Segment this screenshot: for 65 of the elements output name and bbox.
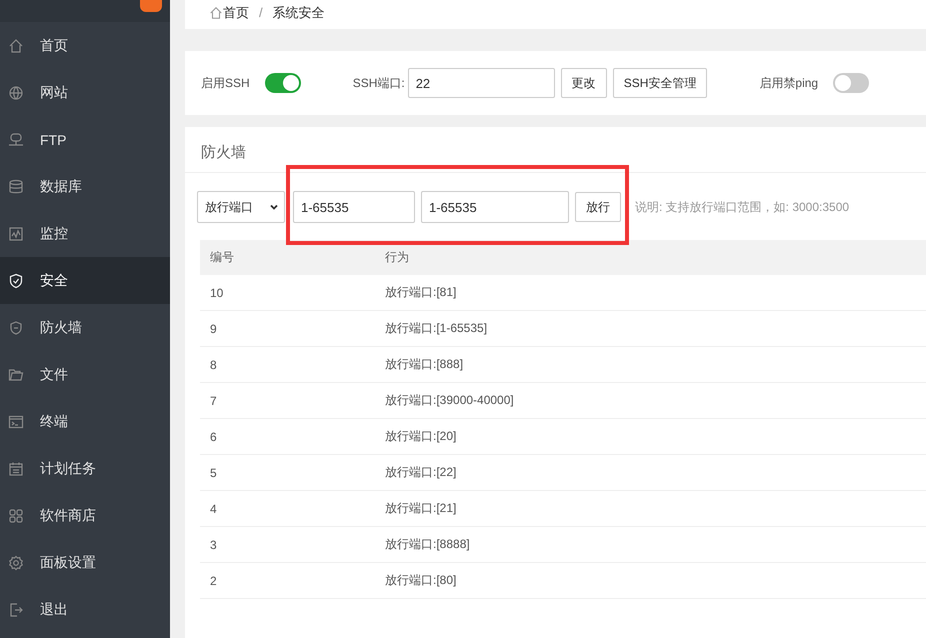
port-label: SSH端口: bbox=[352, 74, 405, 92]
table-cell: 5 bbox=[200, 454, 375, 490]
sidebar-item[interactable]: 退出 bbox=[0, 586, 170, 633]
allow-button[interactable]: 放行 bbox=[575, 192, 621, 222]
sidebar-item[interactable]: 数据库 bbox=[0, 163, 170, 210]
breadcrumb-separator: / bbox=[259, 5, 263, 20]
ping-toggle[interactable] bbox=[833, 73, 870, 93]
column-header: 编号 bbox=[200, 240, 375, 275]
sidebar-item[interactable]: 计划任务 bbox=[0, 445, 170, 492]
home-icon bbox=[209, 6, 223, 20]
sidebar-item[interactable]: 软件商店 bbox=[0, 492, 170, 539]
shield-icon bbox=[8, 272, 24, 288]
terminal-icon bbox=[8, 414, 24, 430]
sidebar-item[interactable]: 防火墙 bbox=[0, 304, 170, 351]
table-cell: 放行端口:[20] bbox=[375, 418, 926, 454]
table-cell: 放行端口:[888] bbox=[375, 346, 926, 382]
table-cell: 10 bbox=[200, 275, 375, 310]
table-cell: 放行端口:[1-65535] bbox=[375, 310, 926, 346]
port-from-field[interactable]: 1-65535 bbox=[293, 191, 415, 223]
port-to-field[interactable]: 1-65535 bbox=[421, 191, 569, 223]
change-button[interactable]: 更改 bbox=[560, 68, 607, 98]
logo-badge bbox=[140, 0, 162, 12]
shield-icon bbox=[8, 320, 24, 336]
ssh-toggle[interactable] bbox=[264, 73, 301, 93]
table-cell: 放行端口:[80] bbox=[375, 562, 926, 598]
column-header: 行为 bbox=[375, 240, 926, 275]
table-cell: 放行端口:[8888] bbox=[375, 526, 926, 562]
port-field[interactable]: 22 bbox=[408, 68, 555, 98]
sidebar-item[interactable]: 面板设置 bbox=[0, 539, 170, 586]
table-cell: 7 bbox=[200, 382, 375, 418]
sidebar-item[interactable]: 首页 bbox=[0, 22, 170, 69]
mode-select[interactable]: 放行端口 bbox=[197, 191, 285, 223]
table-cell: 放行端口:[39000-40000] bbox=[375, 382, 926, 418]
sidebar-item[interactable]: FTP bbox=[0, 116, 170, 163]
table-cell: 放行端口:[81] bbox=[375, 275, 926, 310]
ssh-manage-button[interactable]: SSH安全管理 bbox=[612, 68, 708, 98]
table-cell: 放行端口:[22] bbox=[375, 454, 926, 490]
table-cell: 2 bbox=[200, 562, 375, 598]
exit-icon bbox=[8, 602, 24, 618]
table-cell: 6 bbox=[200, 418, 375, 454]
table-cell: 放行端口:[21] bbox=[375, 490, 926, 526]
table-cell: 4 bbox=[200, 490, 375, 526]
chart-icon bbox=[8, 226, 24, 242]
folder-icon bbox=[8, 366, 24, 382]
caret-icon bbox=[269, 202, 279, 212]
ping-toggle-label: 启用禁ping bbox=[759, 74, 818, 92]
server-icon bbox=[8, 132, 24, 148]
table-cell: 9 bbox=[200, 310, 375, 346]
sidebar-item[interactable]: 文件 bbox=[0, 351, 170, 398]
home-icon bbox=[8, 38, 24, 54]
settings-icon bbox=[8, 554, 24, 570]
table-cell: 3 bbox=[200, 526, 375, 562]
database-icon bbox=[8, 178, 24, 194]
calendar-icon bbox=[8, 460, 24, 476]
sidebar-item[interactable]: 终端 bbox=[0, 398, 170, 445]
table-cell: 8 bbox=[200, 346, 375, 382]
globe-icon bbox=[8, 84, 24, 100]
breadcrumb-link[interactable]: 首页 bbox=[223, 4, 249, 22]
hint-text: 说明: 支持放行端口范围，如: 3000:3500 bbox=[635, 198, 850, 216]
sidebar-item[interactable]: 安全 bbox=[0, 257, 170, 304]
sidebar-item[interactable]: 网站 bbox=[0, 69, 170, 116]
grid-icon bbox=[8, 508, 24, 524]
ssh-toggle-label: 启用SSH bbox=[201, 74, 250, 92]
sidebar-item[interactable]: 监控 bbox=[0, 210, 170, 257]
section-title: 防火墙 bbox=[185, 127, 926, 173]
